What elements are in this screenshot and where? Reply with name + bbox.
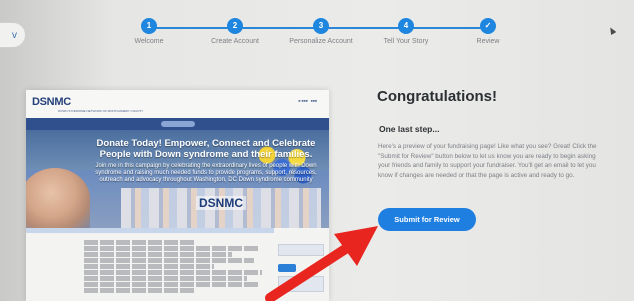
step-personalize-account[interactable]: 3 Personalize Account [289, 18, 353, 45]
app-screen: v 1 Welcome 2 Create Account 3 Personali… [0, 0, 634, 301]
step-number: 2 [227, 18, 243, 34]
page-title: Congratulations! [377, 88, 497, 105]
preview-logo-subtitle: DOWN SYNDROME NETWORK OF MONTGOMERY COUN… [58, 109, 144, 113]
mouse-cursor-icon [607, 25, 617, 36]
preview-header: DSNMC DOWN SYNDROME NETWORK OF MONTGOMER… [26, 90, 329, 118]
checkmark-icon: ✓ [480, 18, 496, 34]
fundraising-page-preview: DSNMC DOWN SYNDROME NETWORK OF MONTGOMER… [26, 90, 329, 301]
step-label: Welcome [134, 38, 164, 45]
step-number: 1 [141, 18, 157, 34]
page-description: Here's a preview of your fundraising pag… [378, 143, 597, 179]
preview-hero-image: Donate Today! Empower, Connect and Celeb… [26, 130, 329, 228]
preview-nav: ■ ■■■ ■■■ [298, 99, 317, 103]
preview-sidebar [278, 240, 324, 292]
step-label: Create Account [211, 38, 259, 45]
preview-body-text [84, 240, 269, 294]
step-number: 3 [313, 18, 329, 34]
preview-hero-body: Join me in this campaign by celebrating … [95, 163, 317, 183]
step-welcome[interactable]: 1 Welcome [134, 18, 164, 45]
preview-hero-title: Donate Today! Empower, Connect and Celeb… [96, 138, 316, 160]
step-review[interactable]: ✓ Review [477, 18, 499, 45]
preview-progress-bar [26, 228, 274, 233]
submit-for-review-button[interactable]: Submit for Review [378, 208, 476, 231]
preview-logo: DSNMC [32, 96, 71, 108]
back-button[interactable]: v [0, 22, 26, 48]
step-label: Personalize Account [289, 38, 353, 45]
page-subtitle: One last step... [379, 124, 440, 134]
step-label: Review [476, 38, 500, 45]
step-create-account[interactable]: 2 Create Account [211, 18, 259, 45]
step-label: Tell Your Story [383, 38, 429, 45]
step-tell-your-story[interactable]: 4 Tell Your Story [384, 18, 428, 45]
preview-hero-logo: DSNMC [196, 196, 246, 210]
preview-donate-button [278, 264, 296, 272]
step-number: 4 [398, 18, 414, 34]
child-photo [26, 168, 90, 228]
preview-banner [26, 118, 329, 130]
